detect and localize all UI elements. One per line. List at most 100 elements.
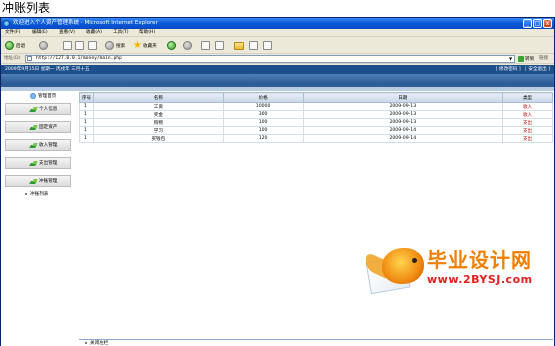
cell-date: 2009-09-14 — [302, 126, 504, 135]
go-label: 转到 — [525, 57, 535, 62]
minimize-button[interactable]: _ — [523, 19, 532, 28]
cell-price: 120 — [222, 134, 304, 143]
refresh-icon — [75, 41, 84, 50]
sidebar-item-label: 收入管理 — [39, 143, 58, 148]
close-sidebar-link[interactable]: 关闭左栏 — [85, 341, 108, 346]
arrow-icon — [30, 107, 37, 113]
tools-button[interactable] — [263, 40, 272, 51]
forward-button[interactable] — [39, 40, 50, 51]
sidebar-item-expense[interactable]: 支出管理 — [5, 157, 71, 169]
search-button[interactable]: 搜索 — [105, 40, 125, 51]
table-row: 1 奖金 300 2009-09-13 收入 — [79, 110, 553, 119]
logout-link[interactable]: [ 安全退出 ] — [525, 67, 550, 72]
column-header-index: 序号 — [79, 92, 94, 103]
cell-index: 1 — [79, 102, 94, 111]
history-button[interactable] — [183, 40, 194, 51]
tools-icon — [263, 41, 272, 50]
arrow-icon — [30, 161, 37, 167]
page-icon — [27, 56, 32, 61]
search-label: 搜索 — [116, 43, 126, 49]
sidebar-item-reversal[interactable]: 冲账管理 — [5, 175, 71, 187]
cell-index: 1 — [79, 110, 94, 119]
back-button[interactable]: 后退 — [5, 40, 25, 51]
home-globe-icon — [30, 93, 36, 99]
media-button[interactable] — [167, 40, 178, 51]
cell-type: 支出 — [502, 118, 553, 127]
go-button[interactable]: 转到 — [518, 55, 534, 63]
sidebar-item-fixed-assets[interactable]: 固定资产 — [5, 121, 71, 133]
bullet-icon — [85, 341, 87, 344]
close-button[interactable]: x — [543, 19, 552, 28]
bullet-icon — [25, 192, 27, 195]
title-bar[interactable]: 欢迎进入个人资产管理系统 - Microsoft Internet Explor… — [1, 18, 554, 29]
sidebar-subitem-reversal-list[interactable]: 冲账列表 — [25, 191, 48, 198]
sidebar-item-income[interactable]: 收入管理 — [5, 139, 71, 151]
menu-help[interactable]: 帮助(H) — [139, 30, 155, 36]
back-arrow-icon — [5, 41, 14, 50]
cell-name: 购物 — [92, 118, 224, 127]
address-dropdown-icon[interactable]: ▼ — [509, 56, 512, 62]
back-label: 后退 — [16, 43, 26, 49]
banner-strip — [1, 87, 554, 91]
mail-button[interactable] — [201, 40, 210, 51]
column-header-date: 日期 — [302, 92, 504, 103]
cell-name: 学习 — [92, 126, 224, 135]
sidebar-subitem-label: 冲账列表 — [30, 192, 49, 197]
links-label[interactable]: 链接 — [539, 56, 548, 62]
sidebar-home[interactable]: 管理首页 — [5, 92, 71, 101]
media-icon — [167, 41, 176, 50]
cell-name: 工资 — [92, 102, 224, 111]
reversal-table: 序号 名称 价格 日期 类型 1 工资 10000 2009-09-13 收入 — [79, 92, 553, 143]
menu-tools[interactable]: 工具(T) — [113, 30, 129, 36]
print-button[interactable] — [215, 40, 224, 51]
refresh-button[interactable] — [75, 40, 84, 51]
watermark-fish-eye — [412, 258, 417, 263]
sidebar-item-personal-info[interactable]: 个人信息 — [5, 103, 71, 115]
footer-divider — [79, 339, 553, 340]
maximize-button[interactable]: □ — [533, 19, 542, 28]
favorites-label: 收藏夹 — [142, 43, 157, 49]
table-header-row: 序号 名称 价格 日期 类型 — [79, 92, 553, 103]
mail-icon — [201, 41, 210, 50]
cell-index: 1 — [79, 126, 94, 135]
favorites-button[interactable]: ★ 收藏夹 — [133, 40, 157, 51]
cell-date: 2009-09-13 — [302, 118, 504, 127]
sidebar-item-label: 冲账管理 — [39, 179, 58, 184]
cell-type: 收入 — [502, 110, 553, 119]
menu-view[interactable]: 查看(V) — [59, 30, 75, 36]
app-header: 2009年9月15日 星期一 丙戌年 三月十五 [ 修改密码 ] [ 安全退出 … — [1, 65, 554, 74]
watermark-fish-icon — [382, 248, 424, 284]
watermark-logo: 毕业设计网 www.2BYSJ.com — [360, 244, 555, 334]
change-password-link[interactable]: [ 修改密码 ] — [496, 67, 521, 72]
sidebar-item-label: 支出管理 — [39, 161, 58, 166]
table-row: 1 学习 100 2009-09-14 支出 — [79, 126, 553, 135]
menu-bar: 文件(F) 编辑(E) 查看(V) 收藏(A) 工具(T) 帮助(H) — [1, 29, 554, 37]
sidebar-item-label: 个人信息 — [39, 107, 58, 112]
folder-button[interactable] — [234, 40, 244, 51]
cell-date: 2009-09-14 — [302, 134, 504, 143]
menu-favorites[interactable]: 收藏(A) — [86, 30, 102, 36]
table-row: 1 购物 100 2009-09-13 支出 — [79, 118, 553, 127]
cell-index: 1 — [79, 134, 94, 143]
go-arrow-icon — [518, 56, 524, 62]
table-row: 1 买钱包 120 2009-09-14 支出 — [79, 134, 553, 143]
cell-price: 100 — [222, 118, 304, 127]
address-label: 地址(D) — [4, 56, 21, 61]
cell-date: 2009-09-13 — [302, 110, 504, 119]
column-header-price: 价格 — [222, 92, 304, 103]
messenger-button[interactable] — [249, 40, 258, 51]
menu-edit[interactable]: 编辑(E) — [32, 30, 48, 36]
arrow-icon — [30, 143, 37, 149]
home-button[interactable] — [88, 40, 97, 51]
print-icon — [215, 41, 224, 50]
stop-button[interactable] — [63, 40, 72, 51]
address-input[interactable]: http://127.0.0.1/money/main.php — [25, 55, 515, 63]
cell-index: 1 — [79, 118, 94, 127]
page-heading: 冲账列表 — [0, 0, 555, 18]
cell-type: 支出 — [502, 134, 553, 143]
toolbar: 后退 搜索 ★ 收藏夹 — [1, 37, 554, 54]
cell-price: 10000 — [222, 102, 304, 111]
menu-file[interactable]: 文件(F) — [5, 30, 20, 36]
header-date: 2009年9月15日 星期一 丙戌年 三月十五 — [5, 67, 90, 72]
arrow-icon — [30, 125, 37, 131]
